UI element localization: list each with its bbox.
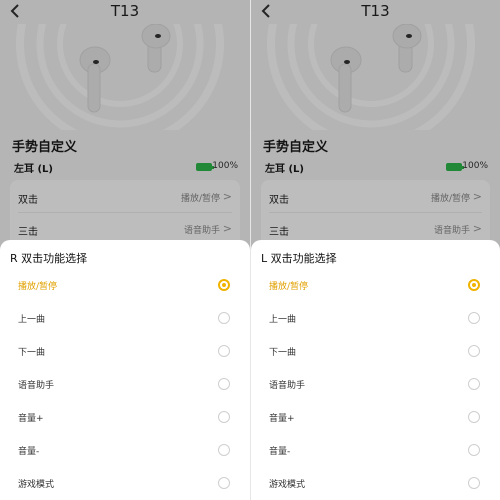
option-previous-track[interactable]: 上一曲 xyxy=(251,303,500,336)
radio-icon[interactable] xyxy=(218,378,230,390)
option-label: 播放/暂停 xyxy=(18,282,58,292)
option-label: 音量+ xyxy=(18,414,44,424)
radio-icon[interactable] xyxy=(218,345,230,357)
option-play-pause[interactable]: 播放/暂停 xyxy=(251,270,500,303)
radio-icon[interactable] xyxy=(218,411,230,423)
radio-icon[interactable] xyxy=(468,411,480,423)
radio-icon[interactable] xyxy=(468,378,480,390)
option-volume-down[interactable]: 音量- xyxy=(0,435,250,468)
radio-icon[interactable] xyxy=(468,312,480,324)
option-label: 上一曲 xyxy=(269,315,297,325)
option-label: 下一曲 xyxy=(18,348,46,358)
radio-icon[interactable] xyxy=(468,345,480,357)
option-voice-assistant[interactable]: 语音助手 xyxy=(251,369,500,402)
option-game-mode[interactable]: 游戏模式 xyxy=(251,468,500,500)
radio-icon[interactable] xyxy=(468,444,480,456)
option-next-track[interactable]: 下一曲 xyxy=(0,336,250,369)
radio-icon[interactable] xyxy=(218,312,230,324)
option-label: 音量+ xyxy=(269,414,295,424)
option-voice-assistant[interactable]: 语音助手 xyxy=(0,369,250,402)
screenshot-stage: T13 手势自定义 左耳 (L) 100% 双击 播放/暂停 > 三击 语音助手… xyxy=(0,0,500,500)
option-label: 上一曲 xyxy=(18,315,46,325)
option-label: 播放/暂停 xyxy=(269,282,309,292)
option-volume-down[interactable]: 音量- xyxy=(251,435,500,468)
radio-selected-icon[interactable] xyxy=(468,279,480,291)
option-label: 游戏模式 xyxy=(269,480,306,490)
option-label: 语音助手 xyxy=(18,381,55,391)
sheet-title: L 双击功能选择 xyxy=(261,252,337,265)
option-previous-track[interactable]: 上一曲 xyxy=(0,303,250,336)
option-label: 音量- xyxy=(18,447,40,457)
right-phone-screen: T13 手势自定义 左耳 (L) 100% 双击 播放/暂停 > 三击 语音助手… xyxy=(250,0,500,500)
radio-selected-icon[interactable] xyxy=(218,279,230,291)
radio-icon[interactable] xyxy=(468,477,480,489)
option-label: 语音助手 xyxy=(269,381,306,391)
function-select-sheet: R 双击功能选择 播放/暂停 上一曲 下一曲 语音助手 音量+ 音量- 游戏模式 xyxy=(0,240,250,500)
option-game-mode[interactable]: 游戏模式 xyxy=(0,468,250,500)
option-volume-up[interactable]: 音量+ xyxy=(0,402,250,435)
option-next-track[interactable]: 下一曲 xyxy=(251,336,500,369)
sheet-title: R 双击功能选择 xyxy=(10,252,88,265)
option-label: 游戏模式 xyxy=(18,480,55,490)
radio-icon[interactable] xyxy=(218,444,230,456)
option-label: 下一曲 xyxy=(269,348,297,358)
option-play-pause[interactable]: 播放/暂停 xyxy=(0,270,250,303)
left-phone-screen: T13 手势自定义 左耳 (L) 100% 双击 播放/暂停 > 三击 语音助手… xyxy=(0,0,250,500)
function-select-sheet: L 双击功能选择 播放/暂停 上一曲 下一曲 语音助手 音量+ 音量- 游戏模式 xyxy=(251,240,500,500)
option-label: 音量- xyxy=(269,447,291,457)
radio-icon[interactable] xyxy=(218,477,230,489)
option-volume-up[interactable]: 音量+ xyxy=(251,402,500,435)
